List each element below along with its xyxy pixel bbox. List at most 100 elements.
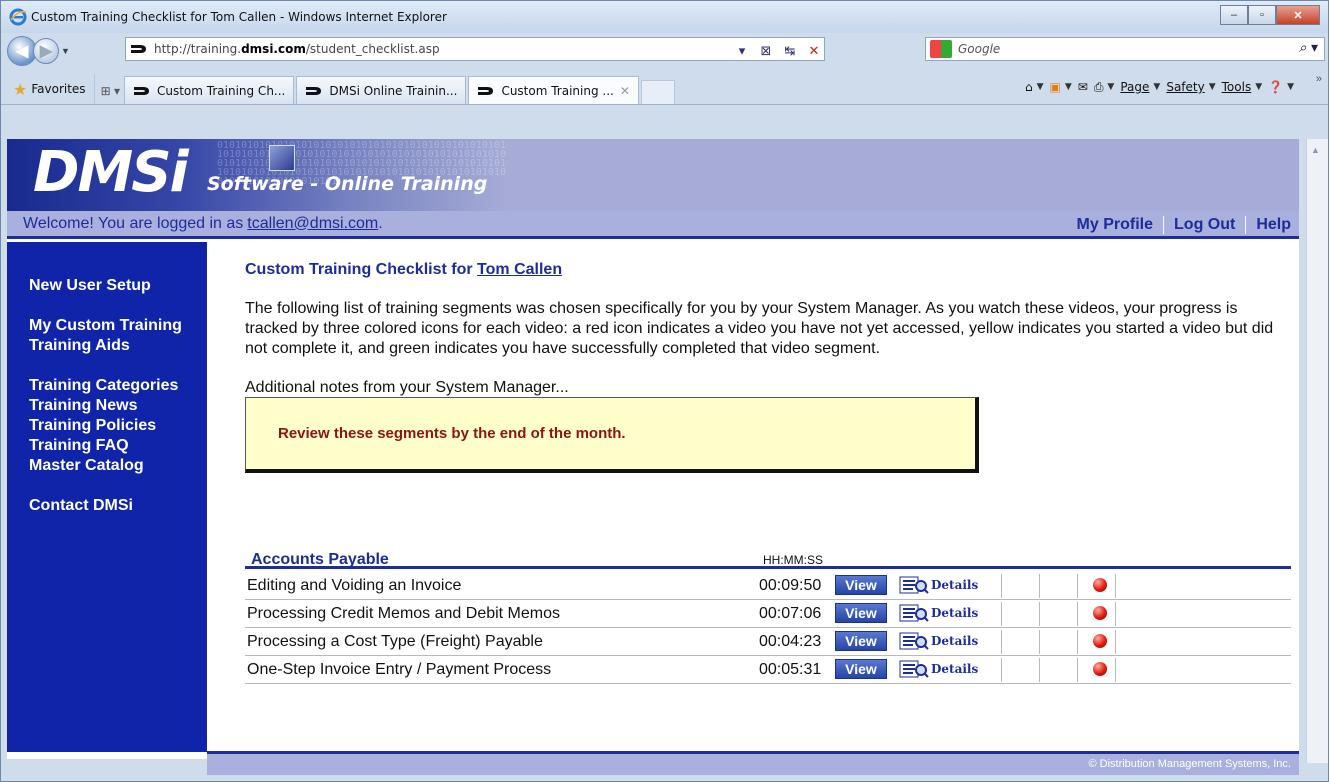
banner: 0101010101010101010101010101010101010101… <box>7 139 1299 211</box>
details-magnifier-icon <box>899 604 929 622</box>
sidebar-item-master-catalog[interactable]: Master Catalog <box>29 456 207 476</box>
close-button[interactable]: ✕ <box>1276 5 1320 25</box>
logo-tagline: Software - Online Training <box>207 173 488 195</box>
address-bar[interactable]: http://training.dmsi.com/student_checkli… <box>125 37 825 61</box>
sidebar-item-training-policies[interactable]: Training Policies <box>29 416 207 436</box>
safety-menu[interactable]: Safety ▼ <box>1166 80 1215 94</box>
home-icon: ⌂ <box>1024 80 1033 94</box>
segment-title: Processing Credit Memos and Debit Memos <box>247 605 561 622</box>
dmsi-favicon-icon <box>133 85 151 97</box>
sidebar-nav: New User Setup My Custom Training Traini… <box>7 242 207 752</box>
banner-tile <box>269 145 295 171</box>
tab-custom-training-1[interactable]: Custom Training Ch... <box>123 76 295 104</box>
minimize-button[interactable]: – <box>1220 5 1248 25</box>
segment-title: Processing a Cost Type (Freight) Payable <box>247 633 543 650</box>
web-page: 0101010101010101010101010101010101010101… <box>7 139 1299 775</box>
refresh-icon[interactable]: ↹ <box>780 41 800 61</box>
status-red-dot-icon <box>1093 662 1107 676</box>
address-dropdown-chevron-down-icon[interactable]: ▾ <box>732 41 752 61</box>
sidebar-item-contact[interactable]: Contact DMSi <box>29 496 207 516</box>
details-button[interactable]: Details <box>899 659 978 679</box>
user-email-link[interactable]: tcallen@dmsi.com <box>247 215 378 233</box>
tab-dmsi-online-training[interactable]: DMSi Online Trainin... <box>296 76 467 104</box>
details-button[interactable]: Details <box>899 575 978 595</box>
details-button[interactable]: Details <box>899 631 978 651</box>
table-header: Accounts Payable HH:MM:SS <box>245 549 1291 569</box>
tools-menu-label: Tools <box>1221 80 1252 94</box>
tab-custom-training-active[interactable]: Custom Training ... ✕ <box>468 76 639 104</box>
safety-menu-label: Safety <box>1166 80 1205 94</box>
search-input[interactable]: Google ⌕ ▾ <box>925 37 1325 61</box>
status-red-dot-icon <box>1093 606 1107 620</box>
tools-menu[interactable]: Tools ▼ <box>1222 80 1262 94</box>
page-title: Custom Training Checklist for Tom Callen <box>245 261 563 278</box>
view-button[interactable]: View <box>835 575 887 595</box>
star-icon: ★ <box>13 79 28 99</box>
table-row: Processing a Cost Type (Freight) Payable… <box>245 628 1291 656</box>
read-mail-button[interactable]: ✉ <box>1078 80 1088 94</box>
view-button[interactable]: View <box>835 659 887 679</box>
welcome-bar: Welcome! You are logged in as tcallen@dm… <box>7 211 1299 239</box>
segment-duration: 00:05:31 <box>759 661 822 678</box>
print-button[interactable]: ⎙ ▼ <box>1094 80 1115 95</box>
help-link[interactable]: Help <box>1256 216 1291 234</box>
google-logo-icon <box>930 40 952 58</box>
more-commands-chevron-icon[interactable]: » <box>1316 73 1322 85</box>
table-row: Processing Credit Memos and Debit Memos … <box>245 600 1291 628</box>
help-menu[interactable]: ❓ ▼ <box>1268 80 1294 94</box>
recent-pages-chevron-down-icon[interactable]: ▼ <box>61 46 73 56</box>
scroll-up-arrow-icon[interactable]: ▲ <box>1311 145 1320 155</box>
vertical-scrollbar[interactable]: ▲ <box>1306 139 1328 763</box>
welcome-text: Welcome! You are logged in as <box>23 214 244 232</box>
window-controls: – ▫ ✕ <box>1220 5 1320 25</box>
manager-note: Review these segments by the end of the … <box>245 397 979 473</box>
title-bar: Custom Training Checklist for Tom Callen… <box>1 1 1328 33</box>
sidebar-item-training-categories[interactable]: Training Categories <box>29 376 207 396</box>
browser-window: Custom Training Checklist for Tom Callen… <box>0 0 1329 782</box>
banner-image: 0101010101010101010101010101010101010101… <box>7 139 507 211</box>
rss-icon: ▣ <box>1049 80 1061 94</box>
tab-row: ★ Favorites ⊞ ▾ Custom Training Ch... DM… <box>1 69 1328 105</box>
printer-icon: ⎙ <box>1093 79 1104 94</box>
new-tab-button[interactable] <box>640 80 675 104</box>
help-icon: ❓ <box>1268 80 1284 94</box>
window-title: Custom Training Checklist for Tom Callen… <box>31 10 447 24</box>
segment-duration: 00:09:50 <box>759 577 822 594</box>
sidebar-item-training-aids[interactable]: Training Aids <box>29 336 207 356</box>
stop-icon[interactable]: ✕ <box>804 41 824 61</box>
tab-close-icon[interactable]: ✕ <box>620 84 630 98</box>
view-button[interactable]: View <box>835 631 887 651</box>
feeds-button[interactable]: ▣ ▼ <box>1049 80 1071 94</box>
segment-title: Editing and Voiding an Invoice <box>247 577 462 594</box>
favorites-label: Favorites <box>31 82 86 96</box>
details-magnifier-icon <box>899 576 929 594</box>
page-footer: © Distribution Management Systems, Inc. <box>207 751 1299 775</box>
segment-title: One-Step Invoice Entry / Payment Process <box>247 661 552 678</box>
address-tools: ▾ ⊠ ↹ ✕ <box>732 41 824 61</box>
quick-tabs-icon[interactable]: ⊞ ▾ <box>101 78 120 104</box>
sidebar-item-new-user-setup[interactable]: New User Setup <box>29 276 207 296</box>
sidebar-item-training-faq[interactable]: Training FAQ <box>29 436 207 456</box>
mail-icon: ✉ <box>1077 80 1088 94</box>
my-profile-link[interactable]: My Profile <box>1077 216 1153 234</box>
favorites-button[interactable]: ★ Favorites <box>5 74 95 104</box>
search-icon[interactable]: ⌕ ▾ <box>1299 40 1318 56</box>
tab-label: Custom Training Ch... <box>156 83 286 98</box>
log-out-link[interactable]: Log Out <box>1174 216 1235 234</box>
command-bar: ⌂ ▼ ▣ ▼ ✉ ⎙ ▼ Page ▼ Safety ▼ Tools ▼ ❓ ▼ <box>1025 69 1294 105</box>
sidebar-item-training-news[interactable]: Training News <box>29 396 207 416</box>
status-red-dot-icon <box>1093 578 1107 592</box>
duration-header: HH:MM:SS <box>763 553 823 567</box>
maximize-button[interactable]: ▫ <box>1248 5 1276 25</box>
page-menu-label: Page <box>1120 80 1150 94</box>
search-placeholder: Google <box>958 42 1001 56</box>
forward-button[interactable]: ▶ <box>33 38 59 64</box>
details-button[interactable]: Details <box>899 603 978 623</box>
sidebar-item-my-custom-training[interactable]: My Custom Training <box>29 316 207 336</box>
dmsi-logo: DMSi <box>33 140 189 205</box>
compatibility-view-icon[interactable]: ⊠ <box>756 41 776 61</box>
student-name-link[interactable]: Tom Callen <box>477 261 562 278</box>
home-button[interactable]: ⌂ ▼ <box>1025 80 1044 94</box>
page-menu[interactable]: Page ▼ <box>1120 80 1160 94</box>
view-button[interactable]: View <box>835 603 887 623</box>
